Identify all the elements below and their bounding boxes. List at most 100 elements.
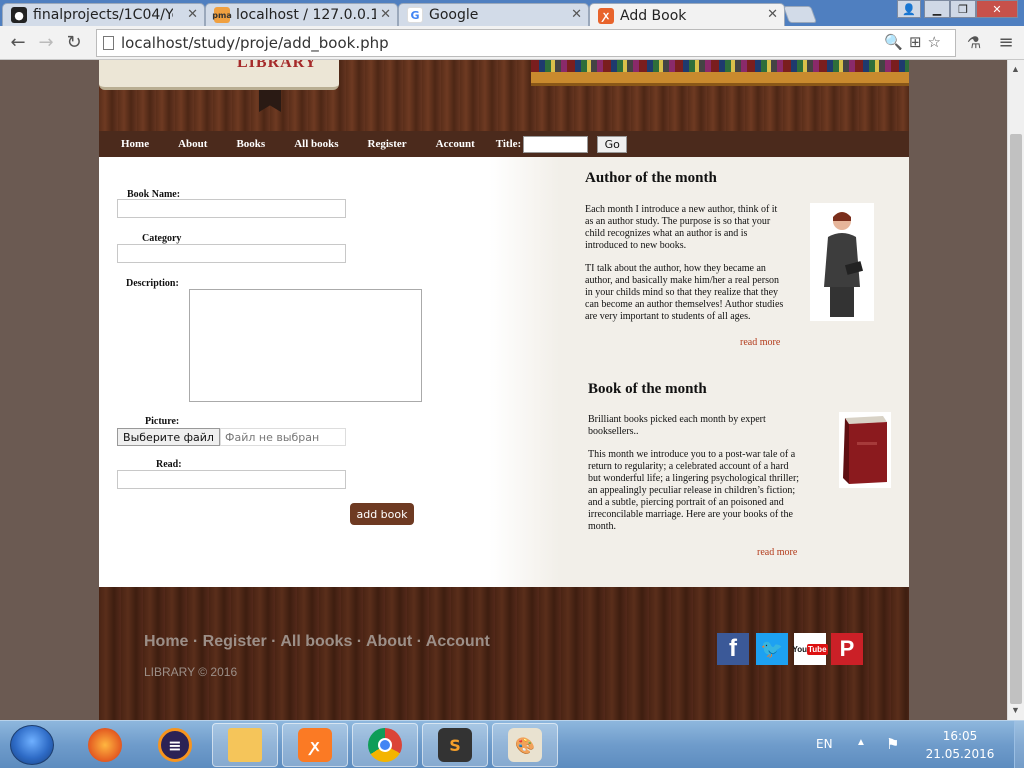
nav-register[interactable]: Register [368, 138, 407, 150]
scroll-down-icon[interactable]: ▼ [1011, 705, 1020, 715]
scroll-up-icon[interactable]: ▲ [1011, 64, 1020, 74]
address-bar[interactable]: localhost/study/proje/add_book.php 🔍⊞☆ [96, 29, 956, 57]
phpmyadmin-icon: pma [212, 7, 232, 23]
book-of-month-heading: Book of the month [588, 381, 707, 397]
taskbar-file-explorer[interactable] [212, 723, 278, 767]
read-input[interactable] [117, 470, 346, 489]
author-photo [810, 203, 874, 321]
add-book-button[interactable]: add book [350, 503, 414, 525]
chrome-icon [368, 728, 402, 762]
footer-separator: · [352, 633, 366, 650]
omnibox-icons[interactable]: 🔍⊞☆ [884, 33, 947, 51]
tab-add-book[interactable]: ꭗ Add Book ✕ [589, 3, 785, 27]
footer-register-link[interactable]: Register [203, 633, 267, 650]
footer-account-link[interactable]: Account [426, 633, 490, 650]
author-paragraph-2: TI talk about the author, how they becam… [585, 263, 784, 322]
footer-separator: · [188, 633, 203, 650]
file-status: Файл не выбран [220, 428, 346, 446]
choose-file-button[interactable]: Выберите файл [117, 428, 220, 446]
close-window-button[interactable]: ✕ [976, 0, 1018, 18]
tray-expand-icon[interactable]: ▲ [856, 737, 866, 748]
taskbar-xampp[interactable]: ꭗ [282, 723, 348, 767]
clock-date: 21.05.2016 [925, 747, 995, 761]
tab-phpmyadmin[interactable]: pma localhost / 127.0.0.1 ✕ [205, 3, 398, 26]
windows-taskbar: ≡ ꭗ S 🎨 EN ▲ ⚑ 16:05 21.05.2016 [0, 720, 1024, 768]
language-indicator[interactable]: EN [816, 737, 833, 751]
eclipse-icon: ≡ [158, 728, 192, 762]
taskbar-firefox[interactable] [72, 723, 138, 767]
nav-account[interactable]: Account [436, 138, 475, 150]
footer-about-link[interactable]: About [366, 633, 412, 650]
tab-title: Google [429, 7, 479, 23]
site-footer: Home · Register · All books · About · Ac… [99, 587, 909, 720]
clock-time: 16:05 [942, 729, 978, 743]
github-icon: ● [11, 7, 27, 23]
xampp-icon: ꭗ [598, 7, 614, 24]
footer-home-link[interactable]: Home [144, 633, 188, 650]
extension-icon[interactable]: ⚗ [962, 30, 986, 54]
minimize-button[interactable]: ▁ [924, 0, 950, 18]
picture-label: Picture: [145, 416, 180, 427]
menu-icon[interactable]: ≡ [994, 30, 1018, 54]
browser-tab-strip: ● finalprojects/1C04/Ye ✕ pma localhost … [0, 0, 1024, 27]
close-icon[interactable]: ✕ [571, 7, 582, 22]
new-tab-button[interactable] [782, 6, 818, 23]
book-paragraph-1: Brilliant books picked each month by exp… [588, 414, 766, 437]
start-button[interactable] [10, 725, 54, 765]
close-icon[interactable]: ✕ [767, 7, 778, 22]
category-input[interactable] [117, 244, 346, 263]
title-search-input[interactable] [523, 135, 589, 153]
description-label: Description: [126, 278, 179, 289]
facebook-icon[interactable]: f [717, 633, 749, 665]
footer-separator: · [266, 633, 281, 650]
xampp-icon: ꭗ [298, 728, 332, 762]
tab-google[interactable]: G Google ✕ [398, 3, 589, 26]
user-icon[interactable]: 👤 [897, 0, 921, 18]
twitter-icon[interactable]: 🐦 [756, 633, 788, 665]
taskbar-eclipse[interactable]: ≡ [142, 723, 208, 767]
footer-all-books-link[interactable]: All books [280, 633, 352, 650]
author-figure-icon [824, 212, 864, 317]
pinterest-icon[interactable]: P [831, 633, 863, 665]
scroll-thumb[interactable] [1010, 134, 1022, 704]
restore-button[interactable]: ❐ [950, 0, 976, 18]
author-read-more-link[interactable]: read more [740, 337, 780, 348]
system-clock[interactable]: 16:05 21.05.2016 [920, 727, 1000, 763]
action-center-flag-icon[interactable]: ⚑ [886, 735, 899, 754]
close-icon[interactable]: ✕ [187, 7, 198, 22]
nav-about[interactable]: About [178, 138, 207, 150]
tab-github[interactable]: ● finalprojects/1C04/Ye ✕ [2, 3, 205, 26]
folder-icon [228, 728, 262, 762]
nav-home[interactable]: Home [121, 138, 149, 150]
show-desktop-button[interactable] [1014, 721, 1024, 768]
taskbar-paint[interactable]: 🎨 [492, 723, 558, 767]
book-paragraph-2: This month we introduce you to a post-wa… [588, 449, 800, 532]
book-image [839, 412, 891, 488]
taskbar-chrome[interactable] [352, 723, 418, 767]
paint-icon: 🎨 [508, 728, 542, 762]
taskbar-sublime-text[interactable]: S [422, 723, 488, 767]
page-scrollbar[interactable]: ▲ ▼ [1007, 60, 1024, 720]
close-icon[interactable]: ✕ [380, 7, 391, 22]
description-textarea[interactable] [189, 289, 422, 402]
tab-title: Add Book [620, 7, 687, 24]
go-button[interactable]: Go [597, 135, 628, 153]
book-name-input[interactable] [117, 199, 346, 218]
category-label: Category [142, 233, 182, 244]
browser-viewport: LIBRARY Home About Books All books Regis… [0, 60, 1007, 720]
nav-books[interactable]: Books [236, 138, 265, 150]
bookshelf-graphic [531, 60, 909, 88]
footer-separator: · [412, 633, 426, 650]
firefox-icon [88, 728, 122, 762]
read-label: Read: [156, 459, 182, 470]
nav-all-books[interactable]: All books [294, 138, 338, 150]
page-icon [103, 36, 114, 50]
footer-links: Home · Register · All books · About · Ac… [144, 633, 490, 651]
youtube-icon[interactable]: YouTube [792, 633, 828, 665]
title-search-label: Title: [495, 138, 522, 150]
bookmark-ribbon [259, 90, 281, 112]
forward-arrow-icon[interactable]: → [34, 30, 58, 54]
book-read-more-link[interactable]: read more [757, 547, 797, 558]
back-arrow-icon[interactable]: ← [6, 30, 30, 54]
reload-icon[interactable]: ↻ [62, 30, 86, 54]
